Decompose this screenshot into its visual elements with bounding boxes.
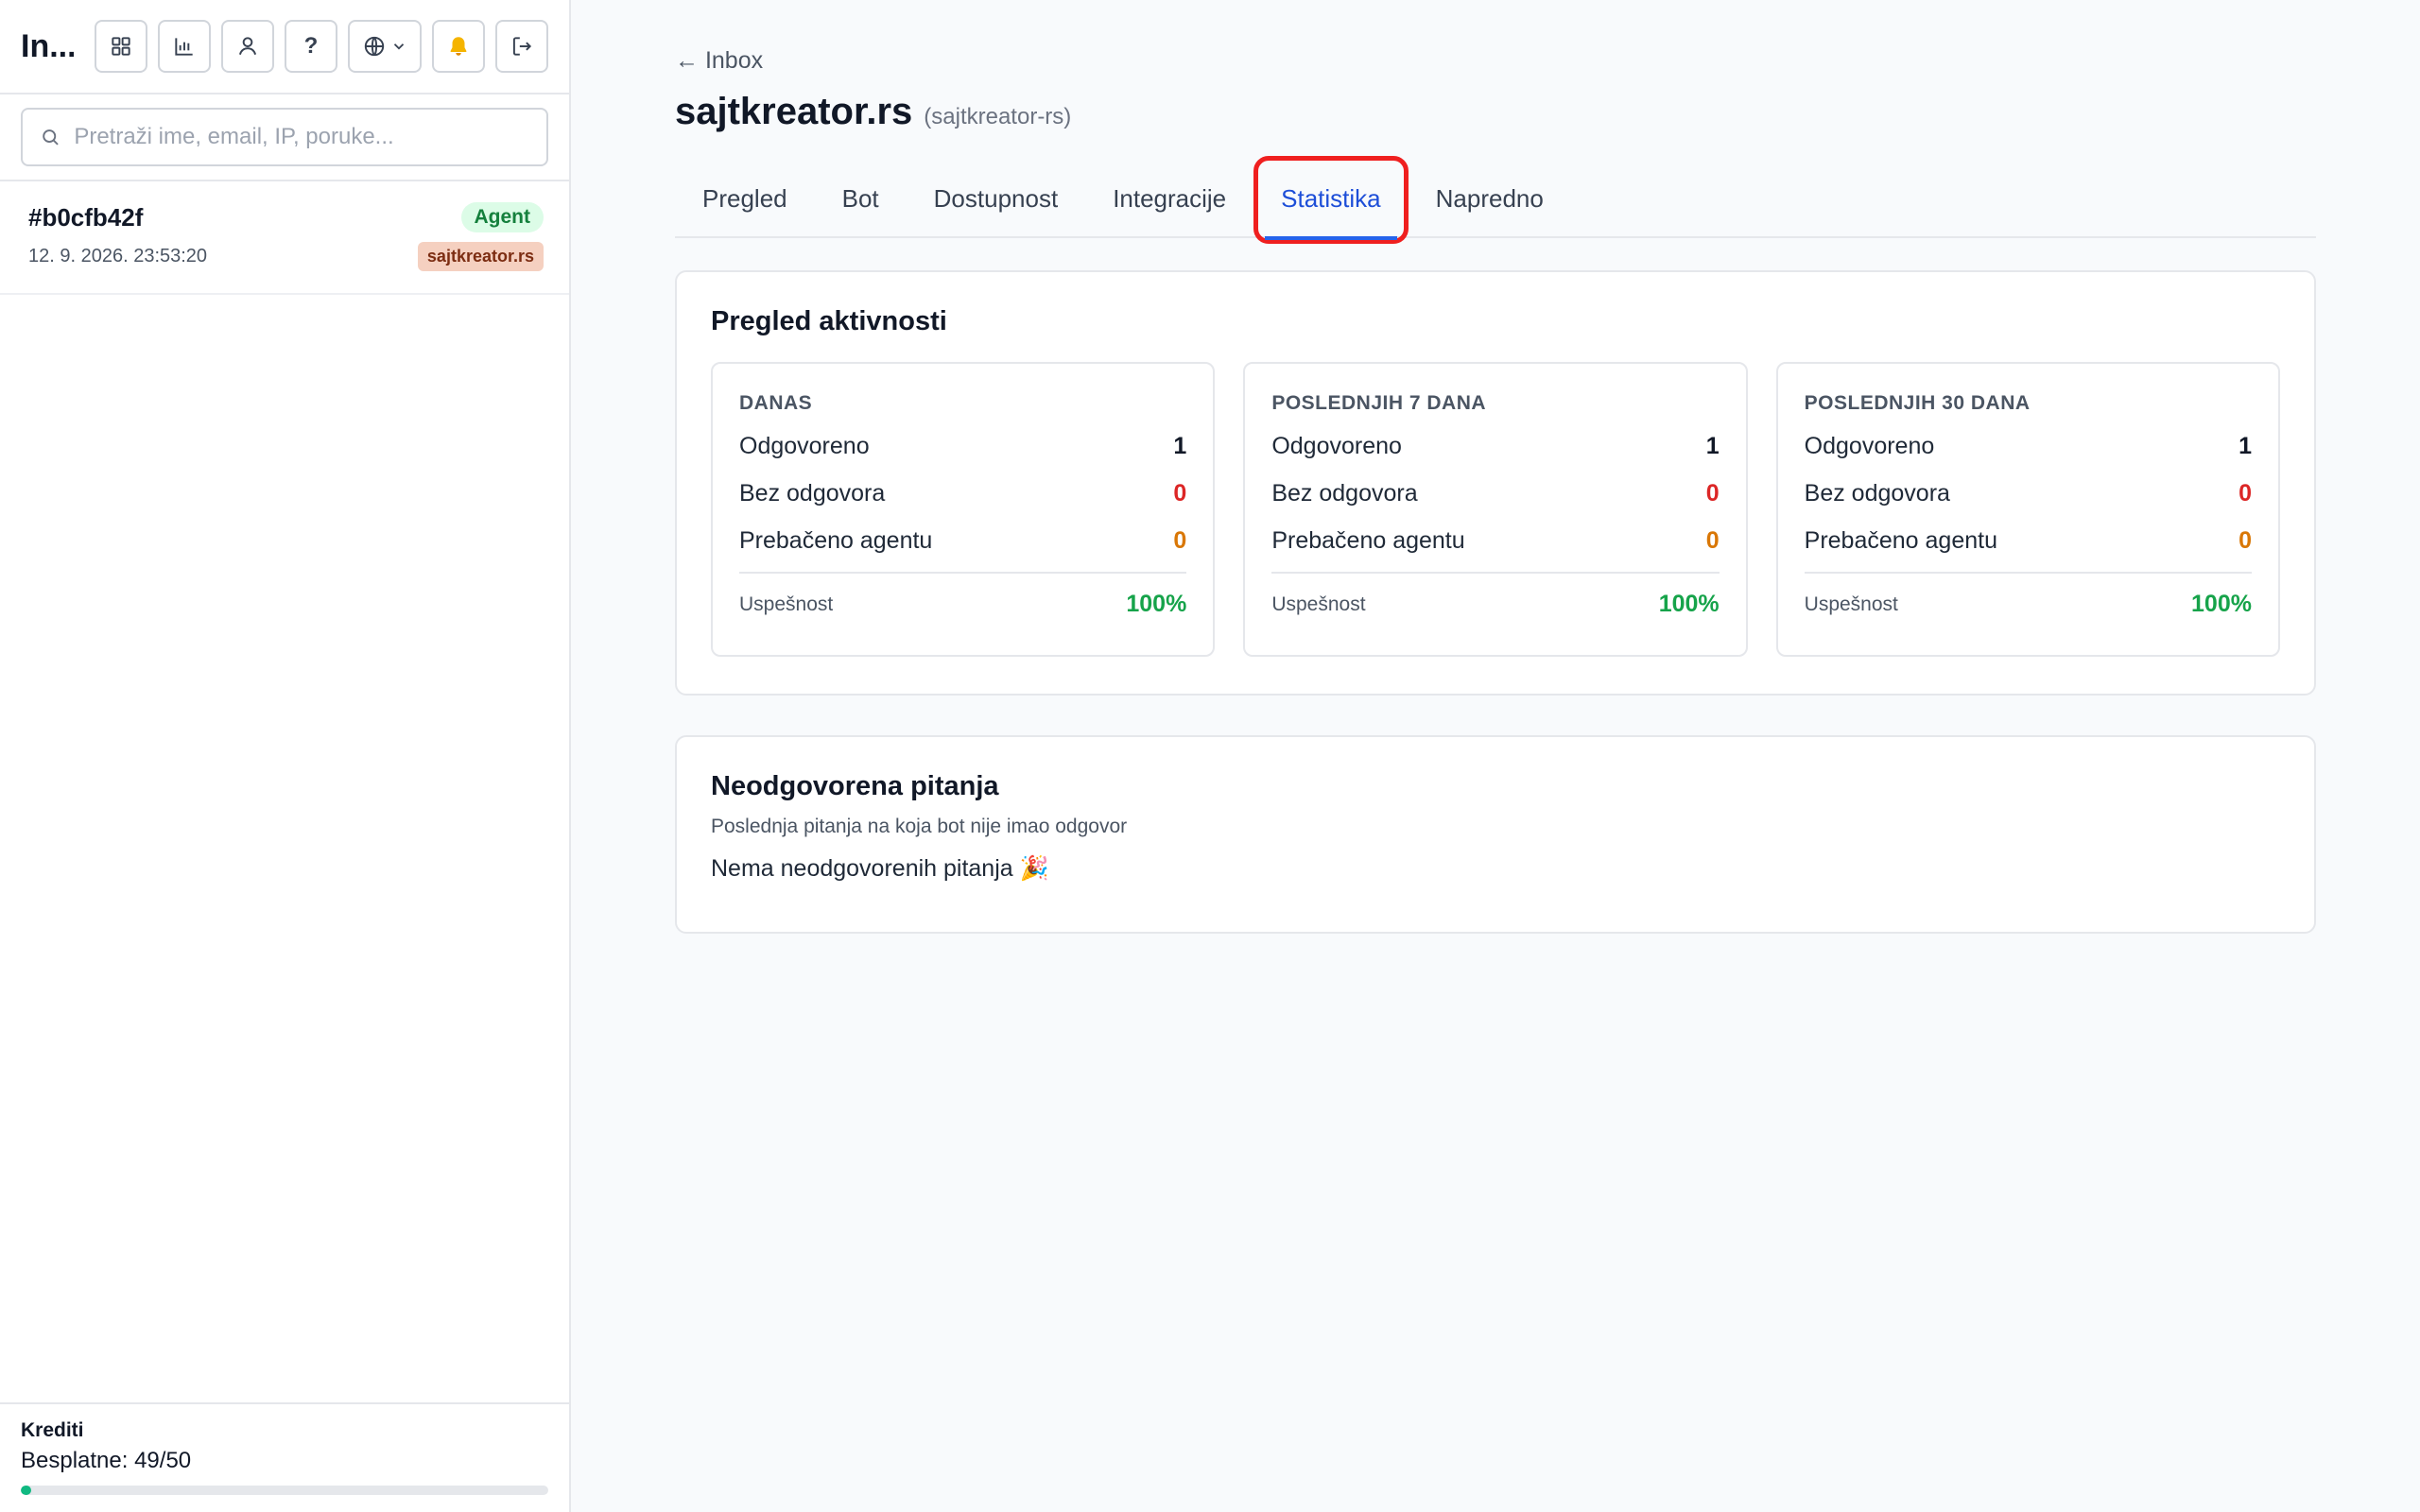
tab-bar: Pregled Bot Dostupnost Integracije Stati… [675, 156, 2316, 244]
dashboard-button[interactable] [95, 20, 147, 73]
help-button[interactable]: ? [285, 20, 337, 73]
questions-subtitle: Poslednja pitanja na koja bot nije imao … [711, 816, 1128, 837]
tab-statistika-label: Statistika [1281, 183, 1381, 213]
stat-handoff-value: 0 [1173, 526, 1187, 554]
stat-answered-label: Odgovoreno [1271, 432, 1402, 459]
stat-box-30-days: POSLEDNJIH 30 DANA Odgovoreno 1 Bez odgo… [1775, 362, 2280, 657]
profile-button[interactable] [221, 20, 274, 73]
stat-answered: Odgovoreno 1 [739, 430, 1186, 462]
stat-handoff: Prebačeno agentu 0 [1271, 524, 1719, 557]
stat-handoff: Prebačeno agentu 0 [739, 524, 1186, 557]
logout-button[interactable] [495, 20, 548, 73]
conversation-id: #b0cfb42f [28, 202, 144, 232]
stat-answered-label: Odgovoreno [739, 432, 870, 459]
stat-divider [739, 572, 1187, 574]
tab-integracije[interactable]: Integracije [1085, 159, 1253, 238]
page-title: sajtkreator.rs [675, 91, 913, 132]
stat-success-value: 100% [2191, 591, 2252, 617]
chevron-down-icon [393, 43, 405, 50]
stat-unanswered-value: 0 [2238, 479, 2252, 507]
stat-unanswered: Bez odgovora 0 [1805, 477, 2252, 509]
credits-progress-fill [21, 1486, 32, 1495]
stat-success-value: 100% [1658, 591, 1720, 617]
tab-pregled[interactable]: Pregled [675, 159, 815, 238]
bar-chart-icon [175, 38, 193, 56]
search-box[interactable] [21, 108, 548, 166]
stat-success-label: Uspešnost [739, 593, 834, 615]
stat-handoff-label: Prebačeno agentu [1271, 526, 1465, 554]
stat-period-label: POSLEDNJIH 7 DANA [1271, 392, 1487, 414]
stat-answered-value: 1 [1705, 432, 1720, 459]
conversation-row-bottom: 12. 9. 2026. 23:53:20 sajtkreator.rs [28, 242, 544, 271]
stat-box-7-days: POSLEDNJIH 7 DANA Odgovoreno 1 Bez odgov… [1243, 362, 1748, 657]
globe-icon [364, 36, 385, 57]
tab-napredno[interactable]: Napredno [1409, 159, 1571, 238]
conversation-time: 12. 9. 2026. 23:53:20 [28, 246, 208, 266]
stat-answered-value: 1 [2238, 432, 2252, 459]
stat-answered: Odgovoreno 1 [1271, 430, 1719, 462]
dashboard-icon [112, 37, 130, 56]
page-slug: (sajtkreator-rs) [924, 104, 1072, 129]
stat-period-label: POSLEDNJIH 30 DANA [1804, 392, 2031, 414]
stat-unanswered-label: Bez odgovora [739, 479, 886, 507]
stat-answered-value: 1 [1173, 432, 1187, 459]
logout-icon [512, 37, 532, 56]
stat-success: Uspešnost 100% [739, 591, 1186, 618]
site-badge: sajtkreator.rs [417, 242, 544, 271]
stat-box-today: DANAS Odgovoreno 1 Bez odgovora 0 Prebač… [711, 362, 1216, 657]
stat-handoff-value: 0 [1705, 526, 1720, 554]
notifications-button[interactable] [432, 20, 485, 73]
back-to-inbox-link[interactable]: ← Inbox [675, 47, 763, 75]
stat-unanswered: Bez odgovora 0 [739, 477, 1186, 509]
user-icon [238, 37, 257, 55]
stat-unanswered: Bez odgovora 0 [1271, 477, 1719, 509]
statistics-button[interactable] [158, 20, 211, 73]
stat-success: Uspešnost 100% [1805, 591, 2252, 618]
stat-success-label: Uspešnost [1804, 593, 1898, 615]
stat-handoff: Prebačeno agentu 0 [1805, 524, 2252, 557]
stat-handoff-label: Prebačeno agentu [1804, 526, 1997, 554]
search-input[interactable] [74, 124, 529, 150]
tab-bot[interactable]: Bot [815, 159, 907, 238]
sidebar: In... ? Pretraži ime, email, IP, poruke.… [0, 0, 571, 1512]
conversation-item[interactable]: #b0cfb42f Agent 12. 9. 2026. 23:53:20 sa… [0, 181, 569, 295]
tab-statistika[interactable]: Statistika [1253, 156, 1409, 244]
stat-answered: Odgovoreno 1 [1805, 430, 2252, 462]
activity-title: Pregled aktivnosti [711, 306, 947, 336]
credits-label: Krediti [21, 1419, 84, 1441]
search-icon [43, 129, 59, 146]
language-select[interactable] [348, 20, 422, 73]
stat-success-label: Uspešnost [1271, 593, 1366, 615]
stat-unanswered-value: 0 [1173, 479, 1187, 507]
help-icon: ? [303, 33, 319, 59]
search-container [0, 94, 569, 181]
questions-title: Neodgovorena pitanja [711, 771, 999, 801]
activity-card: Pregled aktivnosti DANAS Odgovoreno 1 Be… [675, 270, 2316, 696]
stat-handoff-value: 0 [2238, 526, 2252, 554]
sidebar-header: In... ? [0, 0, 569, 94]
stat-success: Uspešnost 100% [1271, 591, 1719, 618]
conversation-row-top: #b0cfb42f Agent [28, 200, 544, 234]
stat-divider [1271, 572, 1720, 574]
stat-grid: DANAS Odgovoreno 1 Bez odgovora 0 Prebač… [711, 362, 2280, 657]
stat-unanswered-label: Bez odgovora [1271, 479, 1418, 507]
stat-answered-label: Odgovoreno [1804, 432, 1935, 459]
credits-panel: Krediti Besplatne: 49/50 [0, 1402, 569, 1512]
stat-success-value: 100% [1126, 591, 1187, 617]
status-badge: Agent [460, 202, 544, 232]
questions-empty-state: Nema neodgovorenih pitanja 🎉 [711, 855, 1049, 882]
page-header: sajtkreator.rs (sajtkreator-rs) [675, 91, 1071, 133]
stat-divider [1804, 572, 2252, 574]
bell-icon [450, 37, 467, 56]
credits-progress [21, 1486, 548, 1495]
stat-unanswered-value: 0 [1705, 479, 1720, 507]
toolbar: ? [95, 20, 548, 73]
credits-value: Besplatne: 49/50 [21, 1448, 192, 1473]
stat-period-label: DANAS [739, 392, 813, 414]
app-title: In... [21, 27, 74, 64]
stat-handoff-label: Prebačeno agentu [739, 526, 933, 554]
stat-unanswered-label: Bez odgovora [1804, 479, 1950, 507]
tab-dostupnost[interactable]: Dostupnost [907, 159, 1086, 238]
unanswered-questions-card: Neodgovorena pitanja Poslednja pitanja n… [675, 735, 2316, 934]
